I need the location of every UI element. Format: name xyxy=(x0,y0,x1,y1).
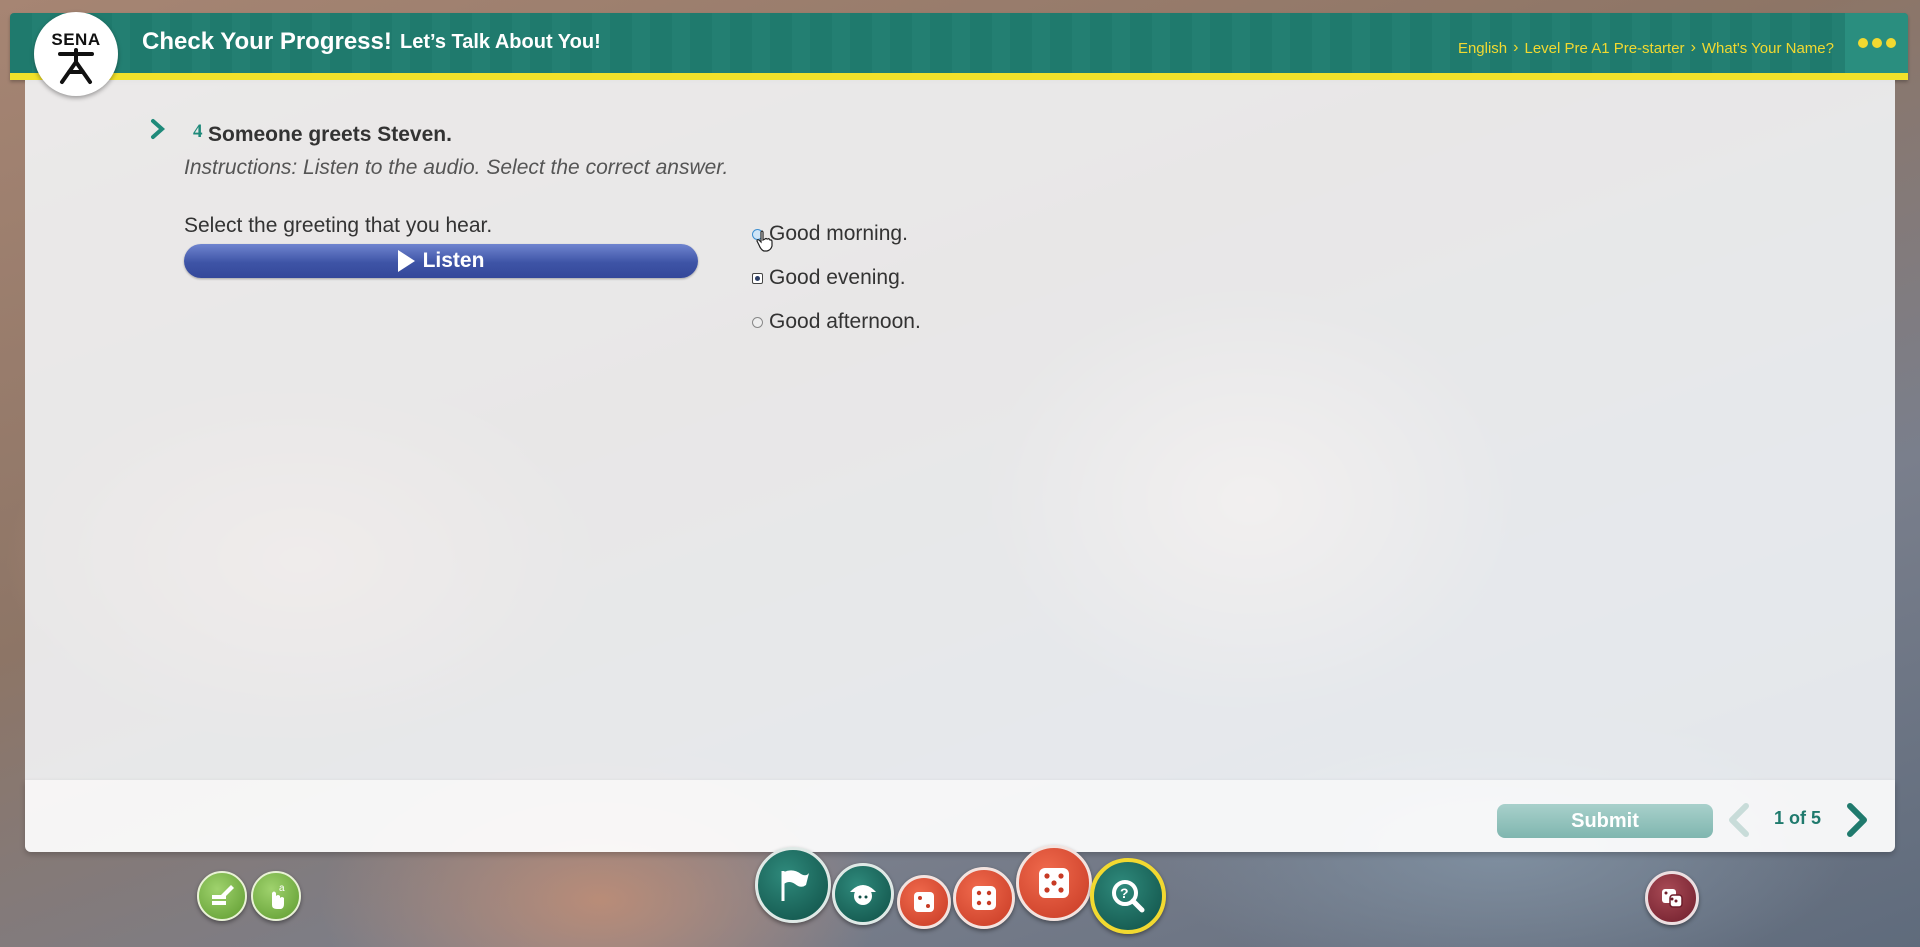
option-label: Good afternoon. xyxy=(769,310,921,333)
listen-label: Listen xyxy=(422,249,485,272)
sena-emblem-icon xyxy=(58,48,94,84)
edit-tool-button[interactable] xyxy=(197,871,247,921)
chevron-right-icon: › xyxy=(1690,39,1696,56)
dot-icon xyxy=(1857,38,1868,48)
chevron-right-icon: › xyxy=(1513,39,1519,56)
student-icon xyxy=(850,885,876,905)
flag-icon xyxy=(781,870,809,901)
question-number: 4 xyxy=(193,121,203,142)
svg-text:a: a xyxy=(279,883,285,894)
breadcrumb: English › Level Pre A1 Pre-starter › Wha… xyxy=(1458,39,1834,57)
dice-box-icon xyxy=(1662,889,1683,908)
breadcrumb-item-level[interactable]: Level Pre A1 Pre-starter xyxy=(1524,40,1684,57)
sena-logo: SENA xyxy=(34,12,118,96)
nav-flag-button[interactable] xyxy=(755,847,831,923)
answer-option[interactable]: Good morning. xyxy=(752,212,921,256)
dice-five-icon xyxy=(1039,868,1069,898)
previous-arrow-icon[interactable] xyxy=(1724,800,1754,840)
page-title: Check Your Progress! xyxy=(142,28,392,55)
search-help-icon: ? xyxy=(1112,880,1145,913)
edit-tool-icon xyxy=(212,885,234,905)
content-panel xyxy=(25,80,1895,780)
dice-four-icon xyxy=(972,886,996,910)
answer-options: Good morning. Good evening. Good afterno… xyxy=(752,212,921,344)
answer-option[interactable]: Good evening. xyxy=(752,256,921,300)
question-title: Someone greets Steven. xyxy=(208,123,452,146)
submit-button[interactable]: Submit xyxy=(1497,804,1713,838)
radio-button[interactable] xyxy=(752,316,763,328)
hand-cursor-icon xyxy=(756,230,773,252)
question-instructions: Instructions: Listen to the audio. Selec… xyxy=(184,156,729,179)
dot-icon xyxy=(1885,38,1896,48)
dice-two-icon xyxy=(914,892,934,912)
nav-dice-four-button[interactable] xyxy=(953,867,1015,929)
more-menu-button[interactable] xyxy=(1845,13,1908,73)
touch-tool-button[interactable]: a xyxy=(251,871,301,921)
page-indicator: 1 of 5 xyxy=(1774,808,1822,828)
nav-check-progress-button[interactable]: ? xyxy=(1090,858,1166,934)
listen-button[interactable]: Listen xyxy=(184,244,698,278)
option-label: Good morning. xyxy=(769,222,908,245)
next-arrow-icon[interactable] xyxy=(1842,800,1872,840)
breadcrumb-item-english[interactable]: English xyxy=(1458,40,1507,57)
logo-text: SENA xyxy=(51,30,101,49)
breadcrumb-item-lesson[interactable]: What's Your Name? xyxy=(1702,40,1834,57)
nav-student-button[interactable] xyxy=(832,863,894,925)
svg-text:?: ? xyxy=(1120,885,1129,901)
page-subtitle: Let’s Talk About You! xyxy=(400,31,601,53)
nav-dice-five-button[interactable] xyxy=(1016,845,1092,921)
radio-button[interactable] xyxy=(752,272,763,284)
question-prompt: Select the greeting that you hear. xyxy=(184,214,493,237)
touch-tool-icon: a xyxy=(272,883,285,909)
play-icon xyxy=(397,250,415,272)
dice-box-button[interactable] xyxy=(1645,871,1699,925)
nav-dice-two-button[interactable] xyxy=(897,875,951,929)
answer-option[interactable]: Good afternoon. xyxy=(752,300,921,344)
dot-icon xyxy=(1871,38,1882,48)
chevron-right-icon[interactable] xyxy=(148,117,168,141)
option-label: Good evening. xyxy=(769,266,906,289)
